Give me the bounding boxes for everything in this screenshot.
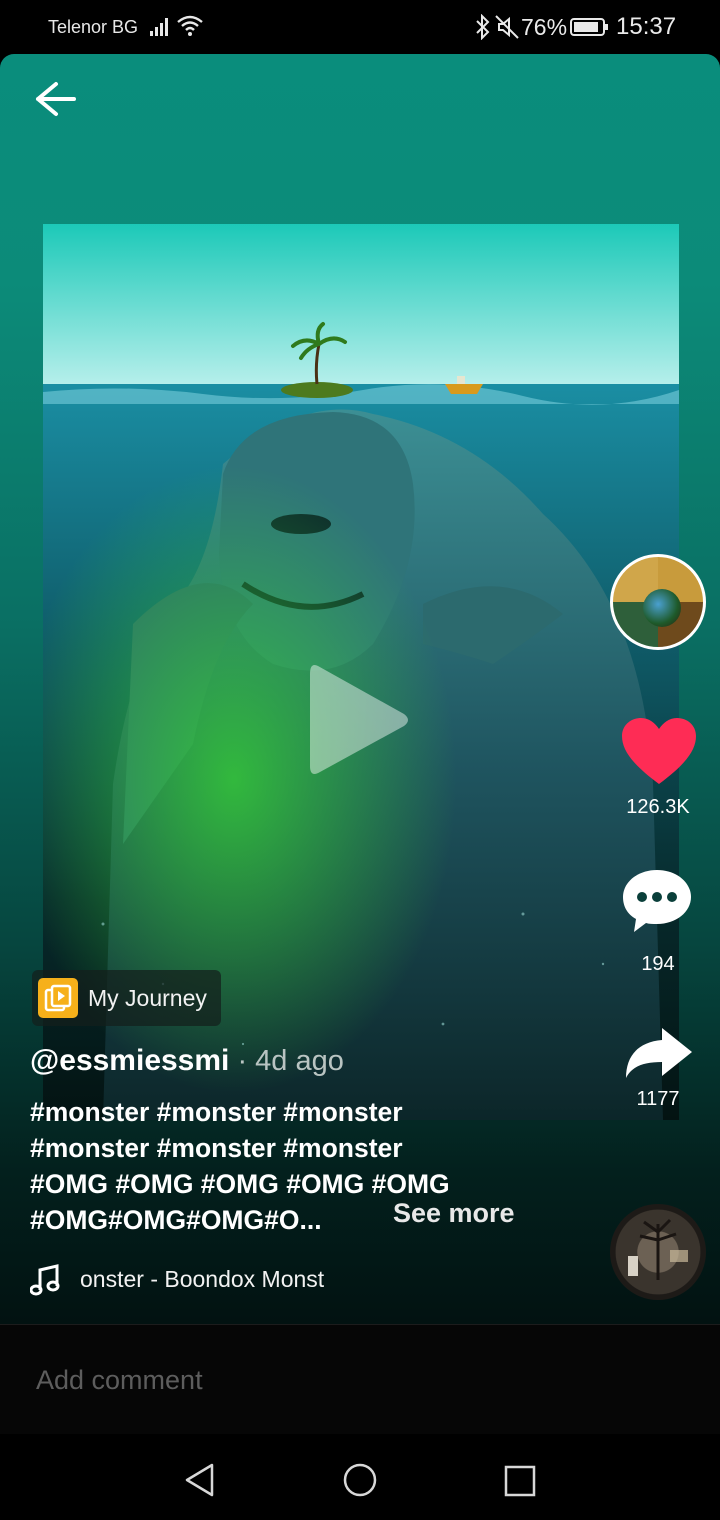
- battery-percent: 76%: [521, 14, 568, 40]
- video-card[interactable]: 126.3K 194 1177 My Journey @essmiessmi ·…: [0, 54, 720, 1324]
- clock: 15:37: [616, 13, 677, 40]
- comment-count: 194: [641, 953, 675, 975]
- add-comment-input[interactable]: Add comment: [36, 1365, 203, 1396]
- playlist-label: My Journey: [88, 984, 207, 1011]
- wifi-icon: [177, 15, 203, 36]
- back-arrow-icon[interactable]: [30, 78, 80, 120]
- music-disc-art: [628, 1218, 688, 1280]
- caption-line: #OMG #OMG #OMG #OMG #OMG: [30, 1169, 450, 1199]
- music-note-icon: [30, 1264, 60, 1296]
- post-time: · 4d ago: [229, 1045, 344, 1077]
- author-username[interactable]: @essmiessmi: [30, 1044, 229, 1077]
- like-count: 126.3K: [626, 796, 690, 818]
- comment-bar: Add comment: [0, 1324, 720, 1434]
- mute-icon: [495, 15, 519, 39]
- author-avatar[interactable]: [610, 554, 706, 650]
- bluetooth-icon: [476, 14, 490, 40]
- nav-recent-apps-icon[interactable]: [503, 1464, 537, 1498]
- music-row[interactable]: onster - Boondox Monst: [30, 1262, 450, 1298]
- share-arrow-icon[interactable]: [622, 1024, 696, 1082]
- system-nav-bar: [0, 1434, 720, 1520]
- nav-back-icon[interactable]: [182, 1462, 218, 1498]
- see-more-button[interactable]: See more: [393, 1198, 515, 1229]
- avatar-globe: [643, 589, 681, 627]
- nav-home-icon[interactable]: [342, 1462, 378, 1498]
- author-line: @essmiessmi · 4d ago: [30, 1044, 344, 1078]
- share-count: 1177: [636, 1088, 680, 1110]
- playlist-icon: [38, 978, 78, 1018]
- playlist-chip[interactable]: My Journey: [32, 970, 221, 1026]
- caption-line: #monster #monster #monster: [30, 1133, 403, 1163]
- play-icon[interactable]: [300, 654, 416, 786]
- carrier-name: Telenor BG: [48, 17, 139, 37]
- music-track-title: onster - Boondox Monst: [80, 1266, 325, 1292]
- comment-icon[interactable]: [620, 866, 694, 938]
- music-disc[interactable]: [610, 1204, 706, 1300]
- signal-icon: [150, 18, 168, 36]
- caption-line: #monster #monster #monster: [30, 1097, 403, 1127]
- status-bar: Telenor BG 76% 15:37: [0, 0, 720, 54]
- heart-icon[interactable]: [620, 716, 698, 788]
- battery-icon: [570, 18, 608, 36]
